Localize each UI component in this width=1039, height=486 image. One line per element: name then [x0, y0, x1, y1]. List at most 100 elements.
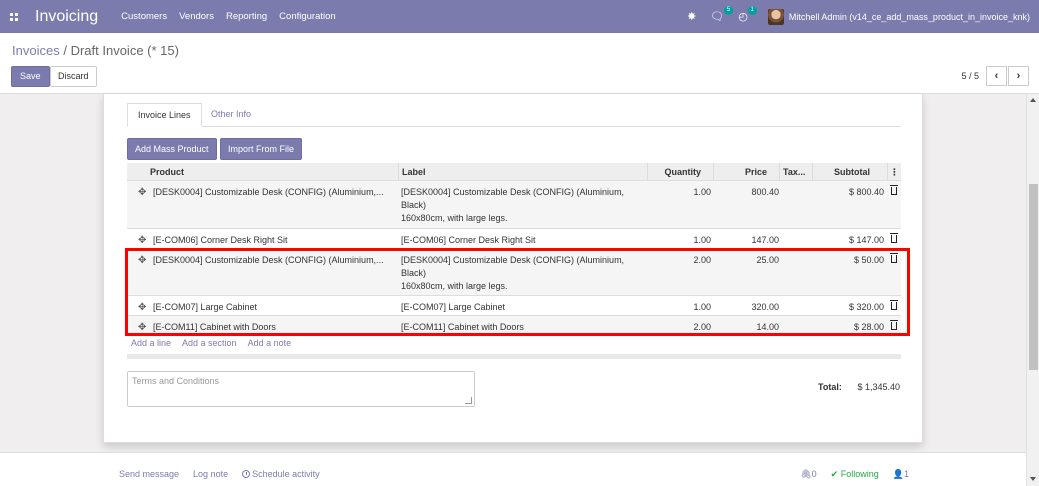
col-price[interactable]: Price — [713, 163, 779, 181]
table-footer — [127, 354, 901, 359]
tab-invoice-lines[interactable]: Invoice Lines — [127, 103, 202, 127]
schedule-activity-button[interactable]: Schedule activity — [242, 469, 320, 479]
scroll-down-icon[interactable] — [1030, 477, 1036, 481]
breadcrumb: Invoices / Draft Invoice (* 15) — [12, 43, 179, 58]
drag-handle-icon[interactable]: ✥ — [138, 301, 146, 314]
add-section-link[interactable]: Add a section — [182, 338, 237, 348]
cell-label: [E-COM07] Large Cabinet — [401, 302, 506, 312]
cell-product: [E-COM11] Cabinet with Doors — [153, 322, 276, 332]
table-row[interactable]: ✥ [E-COM06] Corner Desk Right Sit [E-COM… — [127, 229, 901, 249]
trash-icon[interactable] — [890, 233, 898, 243]
apps-menu-button[interactable] — [2, 0, 26, 33]
pager-previous-button[interactable]: ‹ — [986, 66, 1007, 86]
app-title[interactable]: Invoicing — [35, 8, 98, 26]
cell-product: [DESK0004] Customizable Desk (CONFIG) (A… — [153, 187, 384, 197]
cell-product: [DESK0004] Customizable Desk (CONFIG) (A… — [153, 255, 384, 265]
total-label: Total: — [818, 382, 842, 392]
add-mass-product-button[interactable]: Add Mass Product — [127, 138, 217, 160]
systray: ✸ 🗨 5 ◴ 1 Mitchell Admin (v14_ce_add_mass_… — [687, 0, 1030, 33]
trash-icon[interactable] — [890, 185, 898, 195]
column-options-icon[interactable]: ⋮ — [887, 163, 901, 181]
control-panel: Invoices / Draft Invoice (* 15) Save Dis… — [0, 33, 1039, 94]
cell-price: 14.00 — [756, 322, 779, 332]
drag-handle-icon[interactable]: ✥ — [138, 321, 146, 334]
cell-subtotal: $ 50.00 — [853, 255, 884, 265]
cell-price: 320.00 — [751, 302, 779, 312]
cell-price: 25.00 — [756, 255, 779, 265]
activities-icon[interactable]: ◴ 1 — [738, 6, 757, 23]
menu-customers[interactable]: Customers — [121, 11, 167, 22]
import-from-file-button[interactable]: Import From File — [220, 138, 303, 160]
attachments-button[interactable]: 🖇0 — [800, 469, 816, 480]
paperclip-icon: 🖇 — [800, 469, 812, 479]
cell-subtotal: $ 147.00 — [848, 235, 884, 245]
col-label[interactable]: Label — [398, 163, 645, 181]
send-message-button[interactable]: Send message — [119, 469, 179, 479]
menu-vendors[interactable]: Vendors — [179, 11, 214, 22]
cell-quantity: 2.00 — [693, 322, 711, 332]
breadcrumb-invoices[interactable]: Invoices — [12, 43, 60, 58]
cell-product: [E-COM07] Large Cabinet — [153, 302, 258, 312]
chevron-right-icon: › — [1016, 70, 1021, 82]
table-row[interactable]: ✥ [DESK0004] Customizable Desk (CONFIG) … — [127, 249, 901, 296]
drag-handle-icon[interactable]: ✥ — [138, 254, 146, 267]
pager-value[interactable]: 5 / 5 — [961, 71, 979, 81]
breadcrumb-current: Draft Invoice (* 15) — [70, 43, 179, 58]
invoice-lines-table: Product Label Quantity Price Tax... Subt… — [127, 163, 901, 336]
bug-icon[interactable]: ✸ — [687, 10, 696, 23]
add-note-link[interactable]: Add a note — [248, 338, 292, 348]
terms-conditions-field[interactable]: Terms and Conditions — [127, 371, 475, 407]
breadcrumb-separator: / — [63, 43, 67, 58]
trash-icon[interactable] — [890, 253, 898, 263]
total-value: $ 1,345.40 — [857, 382, 900, 392]
col-product[interactable]: Product — [150, 163, 184, 181]
pager-next-button[interactable]: › — [1008, 66, 1029, 86]
followers-button[interactable]: 👤1 — [893, 469, 909, 480]
cell-quantity: 1.00 — [693, 302, 711, 312]
messages-badge: 5 — [723, 6, 734, 15]
cell-quantity: 1.00 — [693, 235, 711, 245]
drag-handle-icon[interactable]: ✥ — [138, 186, 146, 199]
add-line-link[interactable]: Add a line — [131, 338, 171, 348]
chatter-topbar-right: 🖇0 ✔ Following 👤1 — [800, 469, 909, 480]
trash-icon[interactable] — [890, 320, 898, 330]
cell-product: [E-COM06] Corner Desk Right Sit — [153, 235, 288, 245]
cell-quantity: 1.00 — [693, 187, 711, 197]
scroll-up-icon[interactable] — [1030, 98, 1036, 102]
main-menu: Customers Vendors Reporting Configuratio… — [121, 11, 336, 22]
user-menu[interactable]: Mitchell Admin (v14_ce_add_mass_product_… — [767, 8, 1030, 25]
cell-price: 147.00 — [751, 235, 779, 245]
table-row[interactable]: ✥ [E-COM07] Large Cabinet [E-COM07] Larg… — [127, 296, 901, 316]
chatter-actions: Send message Log note Schedule activity — [119, 469, 320, 479]
user-name: Mitchell Admin (v14_ce_add_mass_product_… — [788, 11, 1030, 22]
cell-subtotal: $ 320.00 — [848, 302, 884, 312]
save-button[interactable]: Save — [11, 66, 50, 87]
col-taxes[interactable]: Tax... — [779, 163, 812, 181]
scroll-thumb[interactable] — [1029, 184, 1038, 370]
cell-subtotal: $ 28.00 — [853, 322, 884, 332]
table-row[interactable]: ✥ [DESK0004] Customizable Desk (CONFIG) … — [127, 181, 901, 229]
scrollbar[interactable] — [1026, 94, 1039, 486]
log-note-button[interactable]: Log note — [193, 469, 228, 479]
cell-label: [E-COM06] Corner Desk Right Sit — [401, 235, 536, 245]
add-line-links: Add a line Add a section Add a note — [131, 338, 291, 348]
table-row[interactable]: ✥ [E-COM11] Cabinet with Doors [E-COM11]… — [127, 316, 901, 336]
col-subtotal[interactable]: Subtotal — [812, 163, 887, 181]
table-header: Product Label Quantity Price Tax... Subt… — [127, 163, 901, 181]
menu-reporting[interactable]: Reporting — [226, 11, 267, 22]
discard-button[interactable]: Discard — [50, 66, 97, 87]
tab-other-info[interactable]: Other Info — [201, 103, 261, 127]
user-icon: 👤 — [892, 469, 904, 479]
chatter: Send message Log note Schedule activity … — [0, 452, 1026, 486]
drag-handle-icon[interactable]: ✥ — [138, 234, 146, 247]
activities-badge: 1 — [747, 6, 757, 15]
following-button[interactable]: ✔ Following — [831, 469, 879, 480]
messages-icon[interactable]: 🗨 5 — [710, 6, 734, 23]
cell-label: [DESK0004] Customizable Desk (CONFIG) (A… — [401, 255, 625, 291]
check-icon: ✔ — [830, 469, 839, 479]
cell-subtotal: $ 800.40 — [848, 187, 884, 197]
menu-configuration[interactable]: Configuration — [279, 11, 336, 22]
chevron-left-icon: ‹ — [994, 70, 999, 82]
col-quantity[interactable]: Quantity — [647, 163, 713, 181]
trash-icon[interactable] — [890, 300, 898, 310]
